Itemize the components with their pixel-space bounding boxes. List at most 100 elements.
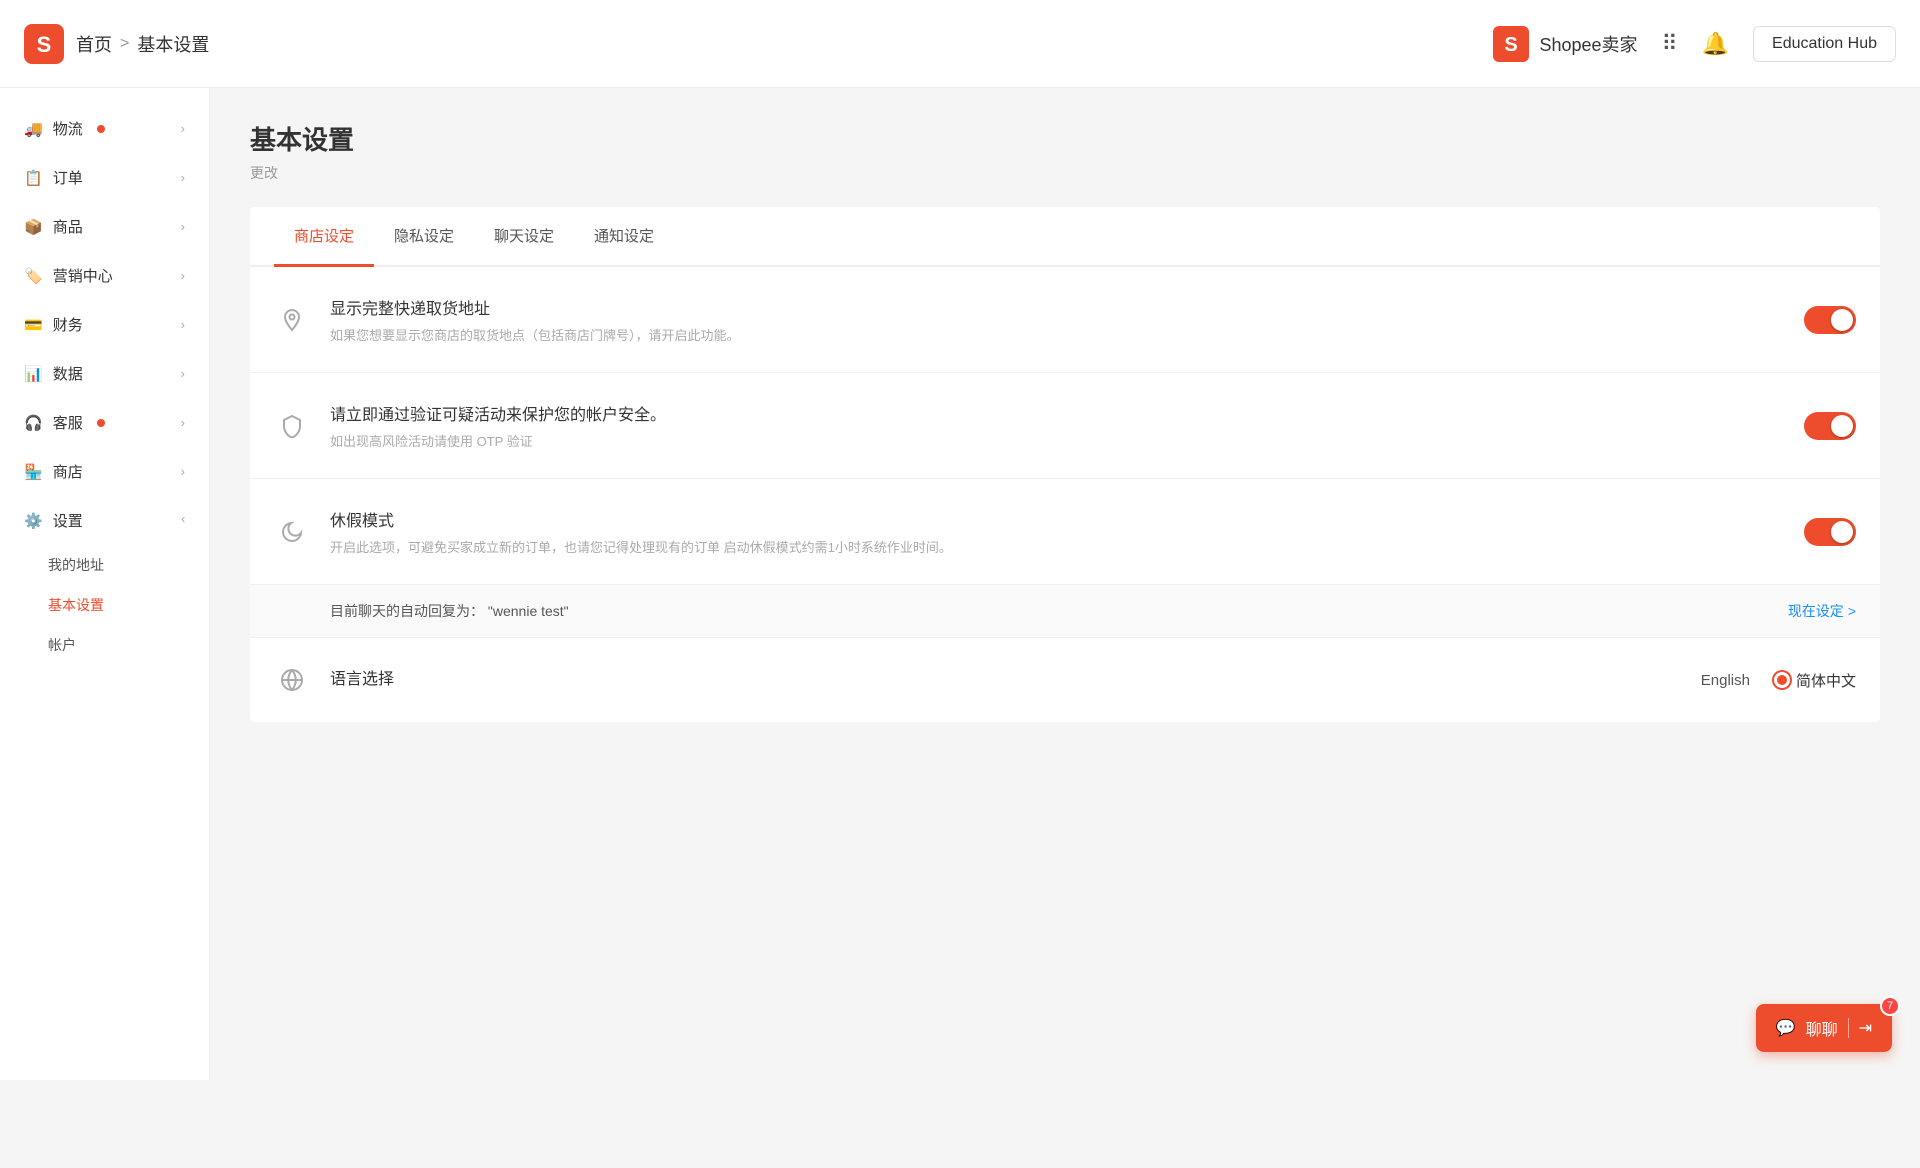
sidebar-item-left: 🎧 客服 bbox=[24, 412, 105, 433]
breadcrumb: 首页 > 基本设置 bbox=[76, 31, 209, 57]
sidebar-sub-item-account[interactable]: 帐户 bbox=[0, 625, 209, 665]
chevron-down-icon: › bbox=[181, 464, 185, 479]
chat-divider bbox=[1848, 1018, 1849, 1038]
sidebar-sub-item-my-address[interactable]: 我的地址 bbox=[0, 545, 209, 585]
sidebar-label-data: 数据 bbox=[53, 363, 83, 384]
main-content: 基本设置 更改 商店设定 隐私设定 聊天设定 通知设定 显示完整快递取货地 bbox=[210, 88, 1920, 1080]
sidebar-item-products[interactable]: 📦 商品 › bbox=[0, 202, 209, 251]
chat-button[interactable]: 💬 聊聊 ⇥ 7 bbox=[1756, 1004, 1892, 1052]
page-subtitle: 更改 bbox=[250, 163, 1880, 183]
apps-icon[interactable]: ⠿ bbox=[1662, 31, 1678, 57]
chevron-down-icon: › bbox=[181, 170, 185, 185]
seller-name: Shopee卖家 bbox=[1539, 31, 1637, 57]
sidebar-item-finance[interactable]: 💳 财务 › bbox=[0, 300, 209, 349]
products-icon: 📦 bbox=[24, 218, 43, 236]
chat-forward-icon: ⇥ bbox=[1859, 1018, 1872, 1038]
customer-service-icon: 🎧 bbox=[24, 414, 43, 432]
sidebar-item-left: 📦 商品 bbox=[24, 216, 83, 237]
toggle-vacation[interactable] bbox=[1804, 518, 1856, 546]
marketing-icon: 🏷️ bbox=[24, 267, 43, 285]
setting-desc-security: 如出现高风险活动请使用 OTP 验证 bbox=[330, 431, 1784, 450]
svg-text:S: S bbox=[1505, 34, 1518, 56]
auto-reply-text: 目前聊天的自动回复为： "wennie test" bbox=[330, 601, 1788, 621]
toggle-address[interactable] bbox=[1804, 306, 1856, 334]
auto-reply-link[interactable]: 现在设定 > bbox=[1788, 601, 1856, 621]
chevron-down-icon: › bbox=[181, 268, 185, 283]
chevron-down-icon: › bbox=[181, 366, 185, 381]
settings-card: 商店设定 隐私设定 聊天设定 通知设定 显示完整快递取货地址 如果您想要显示您商… bbox=[250, 207, 1880, 722]
shopee-logo-icon: S bbox=[24, 24, 64, 64]
logistics-dot bbox=[97, 125, 105, 133]
sidebar-item-left: 📊 数据 bbox=[24, 363, 83, 384]
tab-privacy-settings[interactable]: 隐私设定 bbox=[374, 207, 474, 267]
sidebar-label-settings: 设置 bbox=[53, 510, 83, 531]
customer-service-dot bbox=[97, 419, 105, 427]
location-icon bbox=[274, 302, 310, 338]
sidebar-item-data[interactable]: 📊 数据 › bbox=[0, 349, 209, 398]
chat-badge: 7 bbox=[1880, 996, 1900, 1016]
data-icon: 📊 bbox=[24, 365, 43, 383]
setting-row-address: 显示完整快递取货地址 如果您想要显示您商店的取货地点（包括商店门牌号），请开启此… bbox=[250, 267, 1880, 373]
header: S 首页 > 基本设置 S Shopee卖家 ⠿ 🔔 Education Hub bbox=[0, 0, 1920, 88]
settings-icon: ⚙️ bbox=[24, 512, 43, 530]
sidebar-label-shop: 商店 bbox=[53, 461, 83, 482]
sidebar-item-left: 💳 财务 bbox=[24, 314, 83, 335]
setting-title-security: 请立即通过验证可疑活动来保护您的帐户安全。 bbox=[330, 401, 1784, 425]
auto-reply-label: 目前聊天的自动回复为： bbox=[330, 603, 484, 619]
auto-reply-value: "wennie test" bbox=[488, 603, 569, 619]
education-hub-button[interactable]: Education Hub bbox=[1753, 26, 1896, 62]
language-label-content: 语言选择 bbox=[330, 665, 1681, 695]
sidebar-label-logistics: 物流 bbox=[53, 118, 83, 139]
shopee-seller-logo-icon: S bbox=[1493, 26, 1529, 62]
tab-chat-settings[interactable]: 聊天设定 bbox=[474, 207, 574, 267]
auto-reply-row: 目前聊天的自动回复为： "wennie test" 现在设定 > bbox=[250, 585, 1880, 638]
lang-option-english[interactable]: English bbox=[1701, 672, 1750, 689]
sidebar-item-settings[interactable]: ⚙️ 设置 › bbox=[0, 496, 209, 545]
setting-row-vacation: 休假模式 开启此选项，可避免买家成立新的订单，也请您记得处理现有的订单 启动休假… bbox=[250, 479, 1880, 585]
tab-shop-settings[interactable]: 商店设定 bbox=[274, 207, 374, 267]
setting-desc-vacation: 开启此选项，可避免买家成立新的订单，也请您记得处理现有的订单 启动休假模式约需1… bbox=[330, 537, 1784, 556]
shop-icon: 🏪 bbox=[24, 463, 43, 481]
sidebar-item-shop[interactable]: 🏪 商店 › bbox=[0, 447, 209, 496]
setting-title-vacation: 休假模式 bbox=[330, 507, 1784, 531]
header-left: S 首页 > 基本设置 bbox=[24, 24, 209, 64]
chevron-down-icon: › bbox=[181, 121, 185, 136]
header-right: S Shopee卖家 ⠿ 🔔 Education Hub bbox=[1493, 26, 1896, 62]
language-title: 语言选择 bbox=[330, 665, 1681, 689]
svg-text:S: S bbox=[37, 31, 52, 56]
breadcrumb-home[interactable]: 首页 bbox=[76, 31, 112, 57]
sidebar-item-left: 🚚 物流 bbox=[24, 118, 105, 139]
sidebar-item-marketing[interactable]: 🏷️ 营销中心 › bbox=[0, 251, 209, 300]
chevron-down-icon: › bbox=[181, 317, 185, 332]
sidebar-label-marketing: 营销中心 bbox=[53, 265, 113, 286]
page-title: 基本设置 bbox=[250, 120, 1880, 157]
setting-row-security: 请立即通过验证可疑活动来保护您的帐户安全。 如出现高风险活动请使用 OTP 验证 bbox=[250, 373, 1880, 479]
lang-option-chinese[interactable]: 简体中文 bbox=[1774, 670, 1856, 691]
sidebar-label-finance: 财务 bbox=[53, 314, 83, 335]
sidebar-item-left: 📋 订单 bbox=[24, 167, 83, 188]
notification-icon[interactable]: 🔔 bbox=[1702, 31, 1729, 57]
sidebar-item-left: ⚙️ 设置 bbox=[24, 510, 83, 531]
moon-icon bbox=[274, 514, 310, 550]
setting-content-vacation: 休假模式 开启此选项，可避免买家成立新的订单，也请您记得处理现有的订单 启动休假… bbox=[330, 507, 1784, 556]
setting-title-address: 显示完整快递取货地址 bbox=[330, 295, 1784, 319]
sidebar-item-customer-service[interactable]: 🎧 客服 › bbox=[0, 398, 209, 447]
sidebar-item-left: 🏷️ 营销中心 bbox=[24, 265, 113, 286]
globe-icon bbox=[274, 662, 310, 698]
layout: 🚚 物流 › 📋 订单 › 📦 商品 › 🏷️ 营销 bbox=[0, 88, 1920, 1080]
chat-label: 聊聊 bbox=[1806, 1016, 1838, 1040]
chevron-up-icon: › bbox=[181, 513, 185, 528]
tab-notification-settings[interactable]: 通知设定 bbox=[574, 207, 674, 267]
sidebar-item-logistics[interactable]: 🚚 物流 › bbox=[0, 104, 209, 153]
sidebar-sub-item-basic-settings[interactable]: 基本设置 bbox=[0, 585, 209, 625]
chevron-right-icon: > bbox=[1848, 603, 1856, 619]
shopee-seller-info: S Shopee卖家 bbox=[1493, 26, 1637, 62]
toggle-security[interactable] bbox=[1804, 412, 1856, 440]
setting-desc-address: 如果您想要显示您商店的取货地点（包括商店门牌号），请开启此功能。 bbox=[330, 325, 1784, 344]
lang-option-chinese-label: 简体中文 bbox=[1796, 670, 1856, 691]
orders-icon: 📋 bbox=[24, 169, 43, 187]
sidebar-item-orders[interactable]: 📋 订单 › bbox=[0, 153, 209, 202]
auto-reply-link-label[interactable]: 现在设定 bbox=[1788, 601, 1844, 621]
breadcrumb-current: 基本设置 bbox=[137, 31, 209, 57]
setting-content-security: 请立即通过验证可疑活动来保护您的帐户安全。 如出现高风险活动请使用 OTP 验证 bbox=[330, 401, 1784, 450]
